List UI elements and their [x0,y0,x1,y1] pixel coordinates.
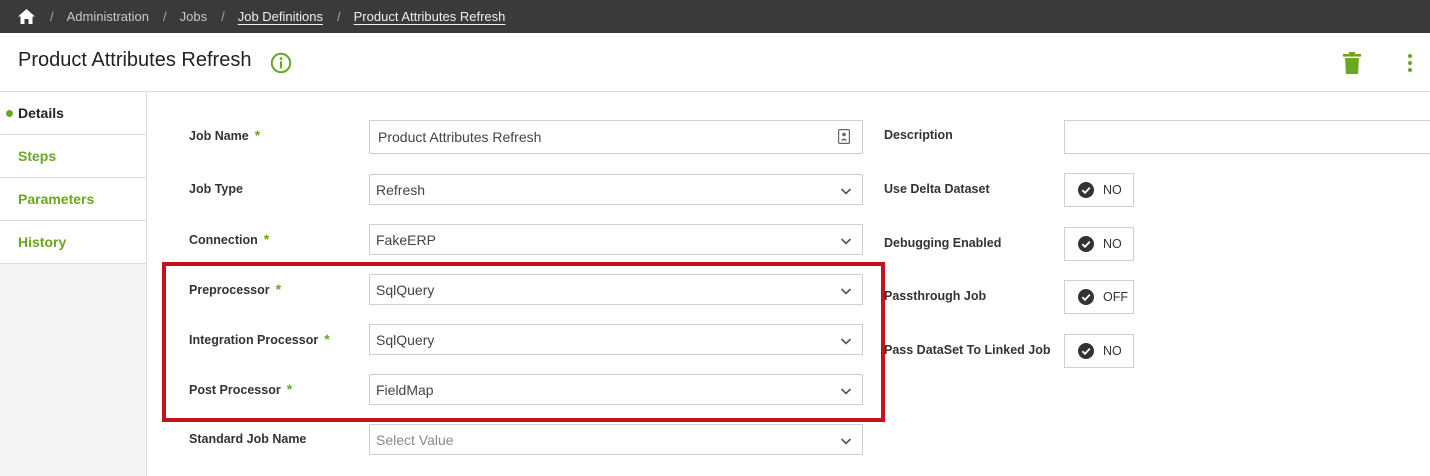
label-text: Standard Job Name [189,432,307,446]
sidebar-item-parameters[interactable]: Parameters [0,178,146,221]
active-dot-icon [6,110,13,117]
job-type-select[interactable]: Refresh [369,174,863,205]
check-circle-icon [1078,343,1094,359]
breadcrumb: / Administration / Jobs / Job Definition… [0,0,1430,33]
breadcrumb-separator: / [50,9,54,24]
standard-job-name-select[interactable]: Select Value [369,424,863,455]
toggle-value: NO [1103,237,1122,251]
breadcrumb-administration[interactable]: Administration [67,9,149,24]
debugging-enabled-label: Debugging Enabled [884,236,1001,250]
label-text: Pass DataSet To Linked Job [884,343,1051,357]
toggle-value: NO [1103,344,1122,358]
label-text: Job Name [189,129,249,143]
connection-label: Connection * [189,231,269,247]
breadcrumb-separator: / [221,9,225,24]
use-delta-dataset-label: Use Delta Dataset [884,182,990,196]
job-name-label: Job Name * [189,127,260,143]
pass-dataset-toggle[interactable]: NO [1064,334,1134,368]
sidebar-item-label: Steps [18,148,57,164]
connection-value: FakeERP [376,231,436,248]
more-vertical-icon[interactable] [1405,53,1415,73]
description-input[interactable] [1064,120,1430,154]
sidebar-item-details[interactable]: Details [0,92,146,135]
trash-icon[interactable] [1343,52,1361,74]
label-text: Description [884,128,953,142]
toggle-value: NO [1103,183,1122,197]
debugging-enabled-toggle[interactable]: NO [1064,227,1134,261]
standard-job-name-placeholder: Select Value [376,431,454,448]
use-delta-dataset-toggle[interactable]: NO [1064,173,1134,207]
job-name-value: Product Attributes Refresh [378,129,542,145]
info-icon[interactable] [270,52,292,74]
pass-dataset-label: Pass DataSet To Linked Job [884,343,1050,357]
sidebar-item-label: Details [18,105,64,121]
job-type-value: Refresh [376,181,426,198]
check-circle-icon [1078,289,1094,305]
check-circle-icon [1078,182,1094,198]
standard-job-name-label: Standard Job Name [189,432,306,446]
chevron-down-icon [840,234,852,246]
label-text: Passthrough Job [884,289,987,303]
chevron-down-icon [840,184,852,196]
required-mark: * [254,127,261,143]
breadcrumb-job-definitions[interactable]: Job Definitions [238,9,323,24]
label-text: Connection [189,233,258,247]
breadcrumb-current[interactable]: Product Attributes Refresh [354,9,506,24]
label-text: Debugging Enabled [884,236,1002,250]
sidebar-item-label: History [18,234,67,250]
passthrough-job-toggle[interactable]: OFF [1064,280,1134,314]
label-text: Use Delta Dataset [884,182,990,196]
check-circle-icon [1078,236,1094,252]
sidebar-item-label: Parameters [18,191,95,207]
highlight-box [162,262,885,422]
breadcrumb-separator: / [337,9,341,24]
breadcrumb-separator: / [163,9,167,24]
required-mark: * [263,231,270,247]
breadcrumb-jobs[interactable]: Jobs [180,9,207,24]
sidebar-item-steps[interactable]: Steps [0,135,146,178]
passthrough-job-label: Passthrough Job [884,289,986,303]
chevron-down-icon [840,434,852,446]
description-label: Description [884,128,953,142]
sidebar-item-history[interactable]: History [0,221,146,264]
toggle-value: OFF [1103,290,1128,304]
page-title: Product Attributes Refresh [18,49,252,71]
connection-select[interactable]: FakeERP [369,224,863,255]
sidebar: Details Steps Parameters History [0,92,147,476]
label-text: Job Type [189,182,243,196]
home-icon[interactable] [18,9,36,25]
contact-card-icon[interactable] [838,129,851,145]
job-name-input[interactable]: Product Attributes Refresh [369,120,863,154]
page-header: Product Attributes Refresh [0,33,1430,92]
job-type-label: Job Type [189,182,243,196]
